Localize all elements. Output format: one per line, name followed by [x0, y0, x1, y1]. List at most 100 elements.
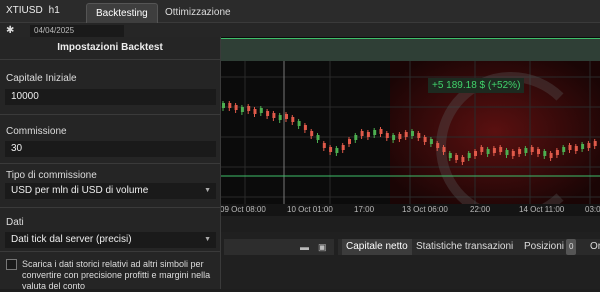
candle [530, 147, 534, 152]
data-label: Dati [6, 217, 24, 228]
commission-label: Commissione [6, 126, 67, 137]
candle [303, 125, 307, 130]
positions-count-badge: 0 [566, 239, 577, 255]
candle [429, 139, 433, 144]
x-tick: 22:00 [470, 205, 491, 214]
candle [272, 113, 276, 118]
candle [474, 151, 477, 156]
x-tick: 13 Oct 06:00 [402, 205, 448, 214]
chevron-down-icon: ▼ [204, 187, 211, 194]
candle [398, 134, 402, 139]
candle [417, 133, 421, 138]
candle [259, 108, 263, 113]
chevron-down-icon: ▼ [204, 236, 211, 243]
candle [322, 143, 326, 148]
candle [511, 151, 515, 156]
results-header: ▬ ▣ [224, 239, 334, 255]
candle [486, 149, 490, 154]
candle [574, 146, 578, 151]
results-tabs: Capitale netto Statistiche transazioni P… [338, 239, 600, 255]
candle [266, 111, 270, 116]
candle [366, 132, 370, 137]
candle [587, 143, 591, 148]
top-bar: XTIUSD h1 Backtesting Ottimizzazione [0, 0, 600, 23]
candle [253, 109, 257, 114]
candle [297, 121, 301, 126]
candle [593, 141, 597, 146]
candle [461, 157, 465, 162]
commission-type-select[interactable]: USD per mln di USD di volume ▼ [5, 183, 216, 199]
download-history-label: Scarica i dati storici relativi ad altri… [22, 259, 211, 291]
candle [234, 105, 238, 110]
divider [0, 114, 220, 115]
candle [354, 135, 358, 140]
candle [480, 147, 484, 152]
candle [467, 153, 471, 158]
candle [492, 148, 496, 153]
candle [222, 103, 225, 108]
candle [518, 149, 522, 154]
candle [524, 148, 528, 153]
divider [0, 251, 220, 252]
data-source-select[interactable]: Dati tick dal server (precisi) ▼ [5, 232, 216, 248]
backtest-settings-panel: Impostazioni Backtest Capitale Iniziale … [0, 37, 221, 291]
x-tick: 17:00 [354, 205, 375, 214]
tab-capitale-netto[interactable]: Capitale netto [342, 239, 412, 255]
candle [360, 131, 364, 136]
candle [455, 155, 459, 160]
commission-field[interactable]: 30 [5, 141, 216, 157]
candle [373, 130, 377, 135]
candle [316, 135, 320, 140]
download-history-checkbox[interactable] [6, 259, 17, 270]
commission-type-label: Tipo di commissione [6, 170, 97, 181]
candle [537, 149, 540, 154]
pnl-label: +5 189.18 $ (+52%) [428, 78, 525, 93]
candle [568, 145, 572, 150]
symbol-label: XTIUSD [6, 5, 43, 16]
tab-statistiche-transazioni[interactable]: Statistiche transazioni [412, 239, 517, 255]
x-tick: 03:00 [585, 205, 600, 214]
candle [341, 145, 345, 150]
candle [423, 137, 427, 142]
candle [581, 144, 585, 149]
x-tick: 09 Oct 08:00 [220, 205, 266, 214]
tab-posizioni-label: Posizioni [524, 241, 565, 252]
x-tick: 10 Oct 01:00 [287, 205, 333, 214]
divider [0, 163, 220, 164]
candle [543, 151, 547, 156]
candle [442, 147, 446, 152]
candle [228, 103, 232, 108]
tab-ordini[interactable]: Or [586, 239, 600, 255]
candle [335, 148, 339, 153]
initial-capital-label: Capitale Iniziale [6, 73, 77, 84]
folder-icon[interactable]: ▬ [300, 242, 309, 252]
timeframe-label: h1 [48, 5, 60, 16]
candle [329, 147, 333, 152]
tab-posizioni[interactable]: Posizioni 0 [520, 239, 580, 255]
initial-capital-field[interactable]: 10000 [5, 89, 216, 105]
candle [404, 132, 408, 137]
tab-backtesting[interactable]: Backtesting [86, 3, 158, 23]
gear-icon[interactable]: ✱ [6, 25, 14, 36]
tab-ottimizzazione[interactable]: Ottimizzazione [156, 3, 240, 22]
panel-title: Impostazioni Backtest [0, 37, 220, 60]
candle [411, 131, 414, 136]
candle [499, 147, 503, 152]
start-date-input[interactable]: 04/04/2025 [30, 25, 124, 37]
data-source-value: Dati tick dal server (precisi) [11, 234, 132, 245]
candle [562, 147, 566, 152]
candle [392, 135, 396, 140]
divider [0, 207, 220, 208]
symbol-timeframe[interactable]: XTIUSD h1 [6, 5, 60, 16]
save-icon[interactable]: ▣ [318, 242, 327, 253]
candle [448, 153, 452, 158]
candle [385, 133, 389, 138]
candle [310, 131, 314, 136]
candle [379, 129, 383, 134]
candle [549, 153, 553, 158]
candle [240, 107, 244, 112]
candle [247, 106, 251, 111]
candle [348, 139, 351, 144]
candle [436, 143, 440, 148]
commission-type-value: USD per mln di USD di volume [11, 185, 149, 196]
